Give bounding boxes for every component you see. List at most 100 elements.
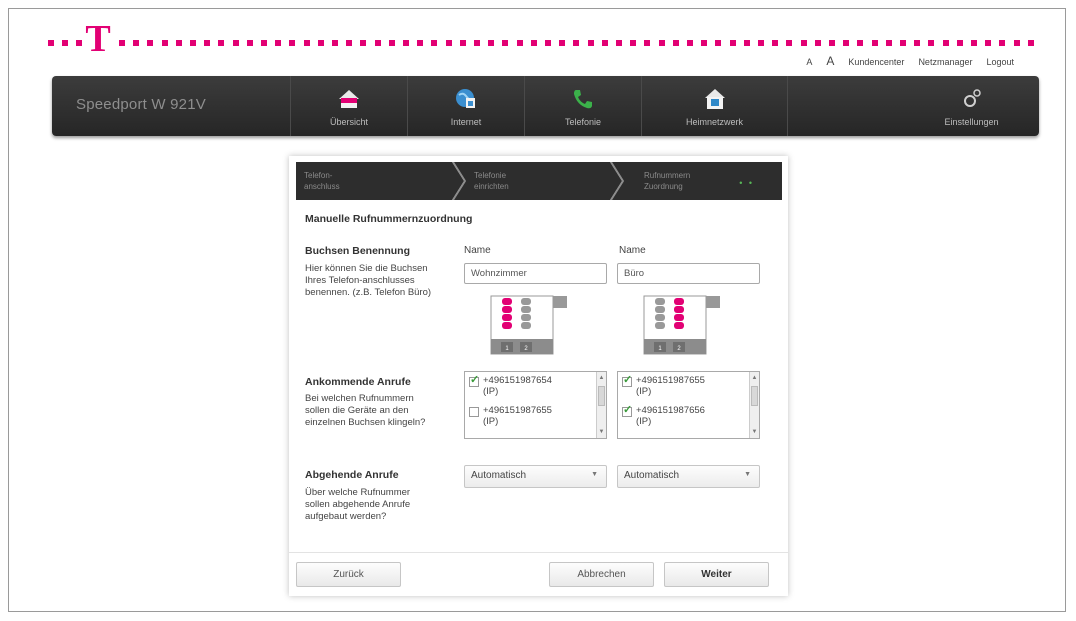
brand-dot bbox=[630, 40, 637, 46]
font-size-small-button[interactable]: A bbox=[806, 57, 812, 67]
outgoing-number-select-2[interactable]: Automatisch ▼ bbox=[617, 465, 760, 488]
next-button[interactable]: Weiter bbox=[664, 562, 769, 587]
nav-label: Übersicht bbox=[329, 117, 368, 127]
nav-label: Telefonie bbox=[564, 117, 602, 127]
name-label-2: Name bbox=[619, 245, 646, 256]
brand-dot bbox=[814, 40, 821, 46]
brand-dot bbox=[985, 40, 992, 46]
phone-number: +496151987656 bbox=[636, 405, 705, 416]
brand-dot bbox=[289, 40, 296, 46]
brand-dot bbox=[388, 40, 395, 46]
chevron-down-icon: ▼ bbox=[591, 471, 598, 478]
brand-dot bbox=[701, 40, 708, 46]
incoming-description: Bei welchen Rufnummern sollen die Geräte… bbox=[305, 393, 426, 428]
brand-dot bbox=[530, 40, 537, 46]
brand-dot bbox=[914, 40, 921, 46]
brand-dot bbox=[729, 40, 736, 46]
select-value: Automatisch bbox=[624, 470, 680, 481]
brand-dot bbox=[601, 40, 608, 46]
brand-dot bbox=[616, 40, 622, 46]
incoming-number-item[interactable]: +496151987655 (IP) bbox=[469, 405, 552, 427]
incoming-heading: Ankommende Anrufe bbox=[305, 376, 411, 388]
link-netzmanager[interactable]: Netzmanager bbox=[918, 57, 972, 67]
nav-item-internet[interactable]: Internet bbox=[407, 76, 524, 136]
page-title: Manuelle Rufnummernzuordnung bbox=[305, 213, 473, 225]
scroll-thumb[interactable] bbox=[598, 386, 605, 406]
phone-number: +496151987654 bbox=[483, 375, 552, 386]
sockets-heading: Buchsen Benennung bbox=[305, 245, 411, 257]
brand-dot bbox=[303, 40, 310, 46]
brand-dot bbox=[999, 40, 1006, 46]
brand-dot bbox=[346, 40, 353, 46]
listbox-scrollbar[interactable]: ▲ ▼ bbox=[749, 372, 759, 438]
brand-dot bbox=[246, 40, 253, 46]
checkbox[interactable]: ✓ bbox=[622, 404, 633, 417]
incoming-numbers-list-2[interactable]: ✓ +496151987655 (IP) ✓ +496151987656 (IP) … bbox=[617, 371, 760, 439]
brand-dot bbox=[161, 40, 168, 46]
brand-dot bbox=[545, 40, 551, 46]
brand-dot bbox=[800, 40, 807, 46]
scroll-thumb[interactable] bbox=[751, 386, 758, 406]
nav-item-einstellungen[interactable]: Einstellungen bbox=[904, 76, 1039, 136]
product-name: Speedport W 921V bbox=[76, 96, 206, 113]
incoming-number-item[interactable]: ✓ +496151987654 (IP) bbox=[469, 374, 552, 397]
checkbox[interactable]: ✓ bbox=[469, 374, 479, 387]
brand-dot bbox=[871, 40, 878, 46]
scroll-up-icon[interactable]: ▲ bbox=[598, 374, 605, 382]
brand-dot bbox=[360, 40, 367, 46]
wizard-steps: Telefon- anschluss Telefonie einrichten … bbox=[296, 162, 782, 200]
cancel-button[interactable]: Abbrechen bbox=[549, 562, 654, 587]
outgoing-description: Über welche Rufnummer sollen abgehende A… bbox=[305, 487, 411, 522]
brand-dot bbox=[971, 40, 977, 46]
number-suffix: (IP) bbox=[636, 386, 652, 397]
brand-dot bbox=[147, 40, 154, 46]
step-telefonie-einrichten[interactable]: Telefonie einrichten bbox=[454, 162, 624, 200]
scroll-up-icon[interactable]: ▲ bbox=[751, 374, 758, 382]
select-value: Automatisch bbox=[471, 470, 527, 481]
scroll-down-icon[interactable]: ▼ bbox=[598, 428, 605, 436]
step-telefonanschluss[interactable]: Telefon- anschluss bbox=[296, 162, 466, 200]
checkbox[interactable]: ✓ bbox=[622, 374, 632, 387]
brand-dot bbox=[232, 40, 239, 46]
brand-dot bbox=[516, 40, 523, 46]
socket-name-input-2[interactable] bbox=[617, 263, 760, 284]
incoming-number-item[interactable]: ✓ +496151987655 (IP) bbox=[622, 374, 705, 397]
step-label: Rufnummern Zuordnung bbox=[644, 171, 691, 191]
outgoing-number-select-1[interactable]: Automatisch ▼ bbox=[464, 465, 607, 488]
incoming-number-item[interactable]: ✓ +496151987656 (IP) bbox=[622, 404, 705, 427]
link-kundencenter[interactable]: Kundencenter bbox=[848, 57, 904, 67]
checkmark-icon: ✓ bbox=[623, 404, 633, 416]
globe-icon bbox=[453, 86, 479, 112]
brand-dot bbox=[928, 40, 935, 46]
brand-dot bbox=[715, 40, 722, 46]
brand-dot bbox=[218, 40, 225, 46]
brand-dot bbox=[417, 40, 424, 46]
listbox-scrollbar[interactable]: ▲ ▼ bbox=[596, 372, 606, 438]
nav-item-uebersicht[interactable]: Übersicht bbox=[290, 76, 407, 136]
scroll-down-icon[interactable]: ▼ bbox=[751, 428, 758, 436]
telekom-logo[interactable]: T bbox=[84, 20, 112, 58]
nav-item-heimnetzwerk[interactable]: Heimnetzwerk bbox=[641, 76, 787, 136]
brand-dot bbox=[644, 40, 651, 46]
brand-dot bbox=[204, 40, 211, 46]
socket-name-input-1[interactable] bbox=[464, 263, 607, 284]
step-progress-indicator: • • bbox=[739, 178, 754, 188]
incoming-numbers-list-1[interactable]: ✓ +496151987654 (IP) +496151987655 (IP) ▲ ▼ bbox=[464, 371, 607, 439]
footer-divider bbox=[289, 552, 788, 553]
brand-dot bbox=[885, 40, 892, 46]
link-logout[interactable]: Logout bbox=[986, 57, 1014, 67]
brand-dot bbox=[133, 40, 140, 46]
name-label-1: Name bbox=[464, 245, 491, 256]
brand-dot bbox=[431, 40, 438, 46]
back-button[interactable]: Zurück bbox=[296, 562, 401, 587]
brand-dot bbox=[62, 40, 69, 46]
brand-dot bbox=[76, 40, 83, 46]
checkbox[interactable] bbox=[469, 407, 479, 417]
step-rufnummern-zuordnung[interactable]: Rufnummern Zuordnung • • bbox=[612, 162, 782, 200]
nav-item-telefonie[interactable]: Telefonie bbox=[524, 76, 641, 136]
brand-dot bbox=[829, 40, 835, 46]
font-size-large-button[interactable]: A bbox=[826, 54, 834, 68]
brand-dot bbox=[317, 40, 324, 46]
brand-dot bbox=[474, 40, 480, 46]
brand-dot bbox=[687, 40, 693, 46]
